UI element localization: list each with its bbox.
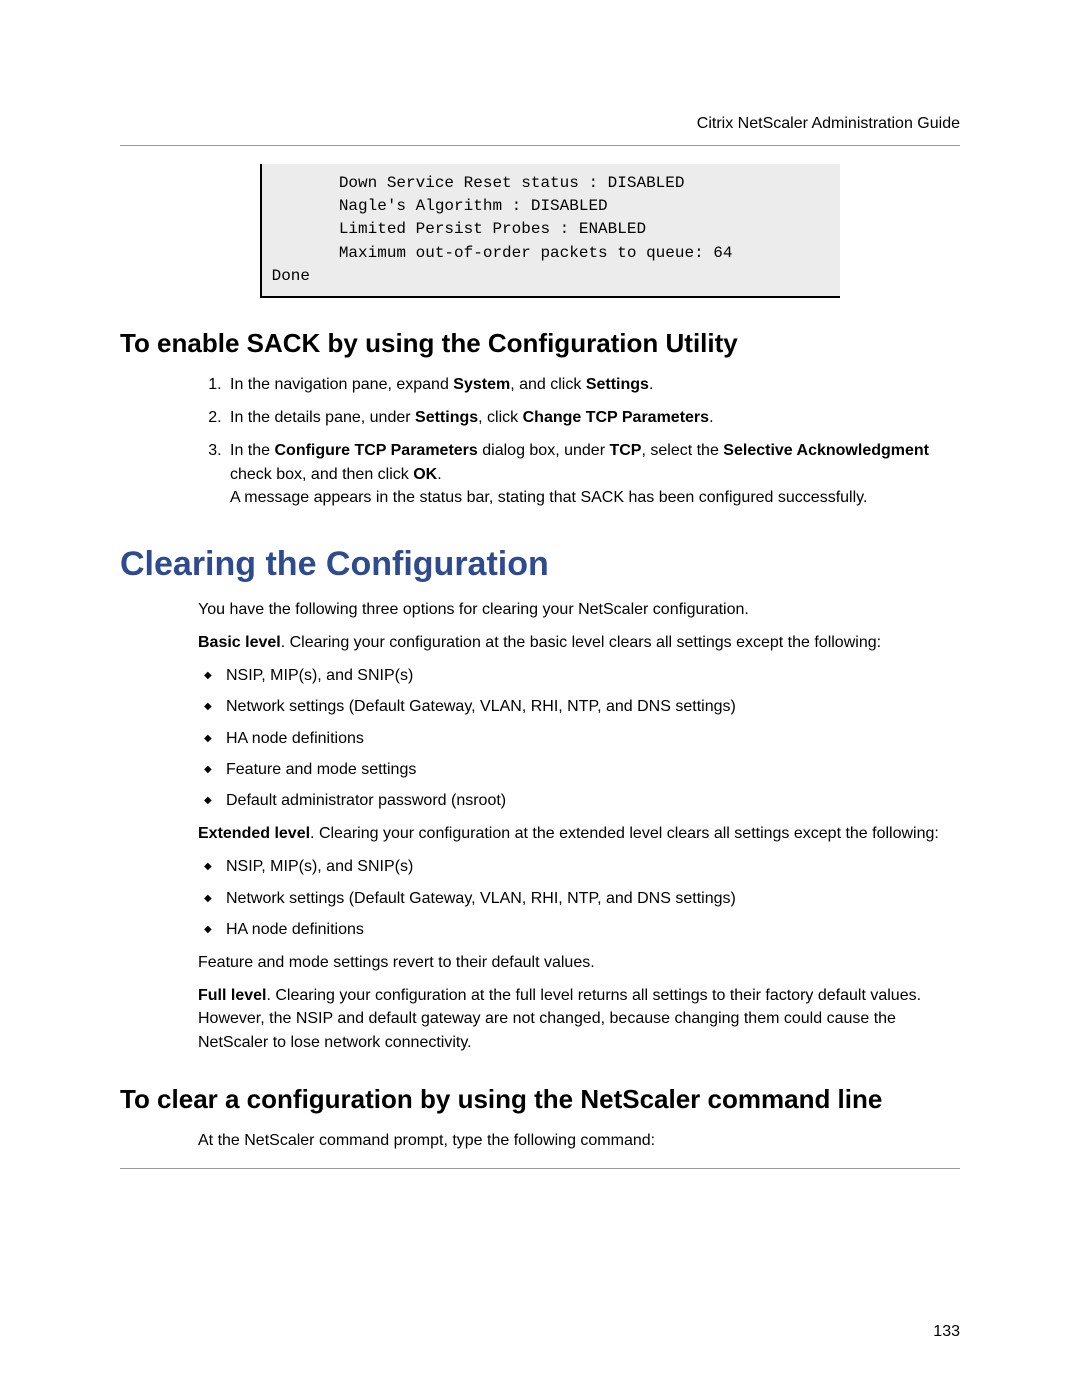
bullet-list-basic: NSIP, MIP(s), and SNIP(s) Network settin… xyxy=(198,664,960,812)
paragraph: Full level. Clearing your configuration … xyxy=(198,984,960,1054)
list-item: Default administrator password (nsroot) xyxy=(198,789,960,812)
code-block: Down Service Reset status : DISABLED Nag… xyxy=(260,164,840,298)
list-item: NSIP, MIP(s), and SNIP(s) xyxy=(198,855,960,878)
step-item: In the Configure TCP Parameters dialog b… xyxy=(226,439,960,509)
step-item: In the details pane, under Settings, cli… xyxy=(226,406,960,429)
list-item: HA node definitions xyxy=(198,727,960,750)
running-header: Citrix NetScaler Administration Guide xyxy=(697,115,960,133)
bottom-divider xyxy=(120,1168,960,1169)
paragraph: You have the following three options for… xyxy=(198,598,960,621)
list-item: NSIP, MIP(s), and SNIP(s) xyxy=(198,664,960,687)
bullet-list-extended: NSIP, MIP(s), and SNIP(s) Network settin… xyxy=(198,855,960,941)
list-item: Network settings (Default Gateway, VLAN,… xyxy=(198,887,960,910)
paragraph: At the NetScaler command prompt, type th… xyxy=(198,1129,960,1152)
page-number: 133 xyxy=(933,1323,960,1341)
major-heading-clearing-config: Clearing the Configuration xyxy=(120,545,960,584)
paragraph: Basic level. Clearing your configuration… xyxy=(198,631,960,654)
document-page: Citrix NetScaler Administration Guide Do… xyxy=(0,0,1080,1397)
list-item: HA node definitions xyxy=(198,918,960,941)
section-heading-clear-cli: To clear a configuration by using the Ne… xyxy=(120,1084,960,1115)
list-item: Feature and mode settings xyxy=(198,758,960,781)
paragraph: Extended level. Clearing your configurat… xyxy=(198,822,960,845)
list-item: Network settings (Default Gateway, VLAN,… xyxy=(198,695,960,718)
top-divider xyxy=(120,145,960,146)
paragraph: Feature and mode settings revert to thei… xyxy=(198,951,960,974)
section-heading-enable-sack: To enable SACK by using the Configuratio… xyxy=(120,328,960,359)
step-item: In the navigation pane, expand System, a… xyxy=(226,373,960,396)
steps-list: In the navigation pane, expand System, a… xyxy=(198,373,960,509)
